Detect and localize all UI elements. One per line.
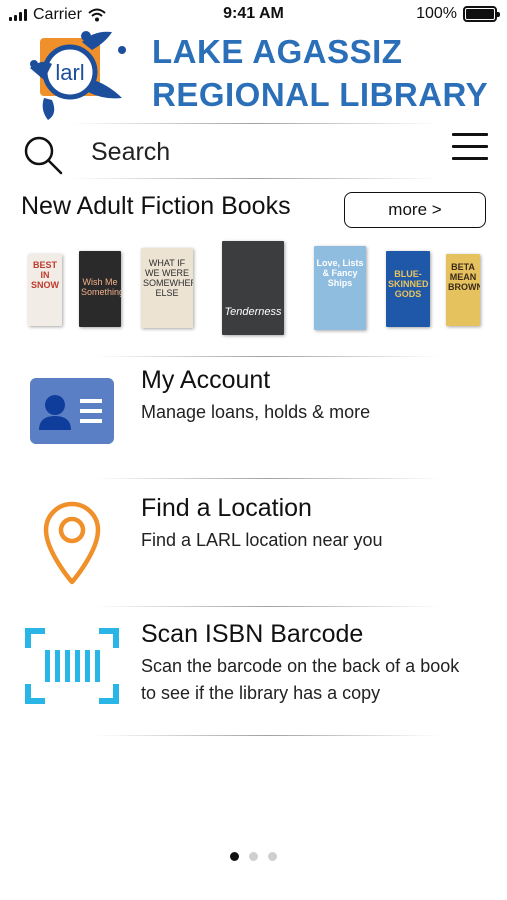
search-row: Search bbox=[0, 128, 507, 176]
book-cover-title: BEST IN SNOW bbox=[31, 260, 59, 290]
book-cover[interactable]: BEST IN SNOW bbox=[28, 254, 62, 326]
book-cover[interactable]: BLUE-SKINNED GODS bbox=[386, 251, 430, 327]
battery-icon bbox=[463, 6, 500, 22]
library-name: LAKE AGASSIZ REGIONAL LIBRARY bbox=[152, 30, 488, 116]
page-dot[interactable] bbox=[249, 852, 258, 861]
location-pin-icon bbox=[43, 501, 101, 585]
page-dot[interactable] bbox=[230, 852, 239, 861]
hamburger-menu-icon[interactable] bbox=[452, 133, 488, 163]
book-cover-title: BLUE-SKINNED GODS bbox=[388, 269, 429, 299]
logo-text: larl bbox=[55, 60, 84, 85]
library-name-line2: REGIONAL LIBRARY bbox=[152, 76, 489, 113]
search-input[interactable]: Search bbox=[91, 138, 170, 167]
barcode-scan-icon bbox=[25, 628, 119, 704]
books-divider bbox=[95, 356, 440, 357]
book-cover-title: Wish Me Something bbox=[81, 277, 121, 297]
page-indicator[interactable] bbox=[0, 852, 507, 861]
menu-item-my-account[interactable]: My Account Manage loans, holds & more bbox=[0, 362, 507, 472]
more-button[interactable]: more > bbox=[344, 192, 486, 228]
account-divider bbox=[95, 478, 440, 479]
menu-item-title: My Account bbox=[141, 366, 271, 394]
menu-item-description-line2: to see if the library has a copy bbox=[141, 683, 381, 703]
book-cover-title: Love, Lists & Fancy Ships bbox=[316, 258, 364, 288]
page-dot[interactable] bbox=[268, 852, 277, 861]
battery-percent: 100% bbox=[416, 5, 457, 22]
menu-item-title: Scan ISBN Barcode bbox=[141, 620, 364, 648]
menu-item-title: Find a Location bbox=[141, 494, 312, 522]
header-divider bbox=[70, 123, 440, 124]
book-cover[interactable]: WHAT IF WE WERE SOMEWHERE ELSE bbox=[141, 248, 193, 328]
menu-item-scan-barcode[interactable]: Scan ISBN Barcode Scan the barcode on th… bbox=[0, 616, 507, 736]
location-divider bbox=[95, 606, 440, 607]
book-cover[interactable]: Tenderness bbox=[222, 241, 284, 335]
search-divider bbox=[70, 178, 440, 179]
menu-item-find-location[interactable]: Find a Location Find a LARL location nea… bbox=[0, 490, 507, 600]
menu-item-description: Scan the barcode on the back of a book t… bbox=[141, 653, 459, 707]
status-right: 100% bbox=[416, 5, 500, 23]
menu-item-description: Find a LARL location near you bbox=[141, 530, 383, 550]
library-name-line1: LAKE AGASSIZ bbox=[152, 33, 403, 70]
book-cover-title: Tenderness bbox=[224, 306, 282, 318]
status-bar: Carrier 9:41 AM 100% bbox=[0, 0, 507, 30]
account-card-icon bbox=[30, 378, 114, 444]
larl-logo: larl bbox=[30, 31, 126, 120]
menu-item-description-line1: Scan the barcode on the back of a book bbox=[141, 656, 460, 676]
book-cover[interactable]: Wish Me Something bbox=[79, 251, 121, 327]
book-cover[interactable]: BETA MEAN BROWN bbox=[446, 254, 480, 326]
book-cover[interactable]: Love, Lists & Fancy Ships bbox=[314, 246, 366, 330]
book-cover-title: BETA MEAN BROWN bbox=[448, 262, 480, 292]
search-icon[interactable] bbox=[22, 134, 64, 176]
book-cover-title: WHAT IF WE WERE SOMEWHERE ELSE bbox=[143, 258, 193, 298]
app-header: larl LAKE AGASSIZ REGIONAL LIBRARY bbox=[0, 28, 507, 120]
menu-item-description: Manage loans, holds & more bbox=[141, 402, 371, 422]
barcode-divider bbox=[95, 735, 440, 736]
section-title: New Adult Fiction Books bbox=[21, 192, 291, 220]
